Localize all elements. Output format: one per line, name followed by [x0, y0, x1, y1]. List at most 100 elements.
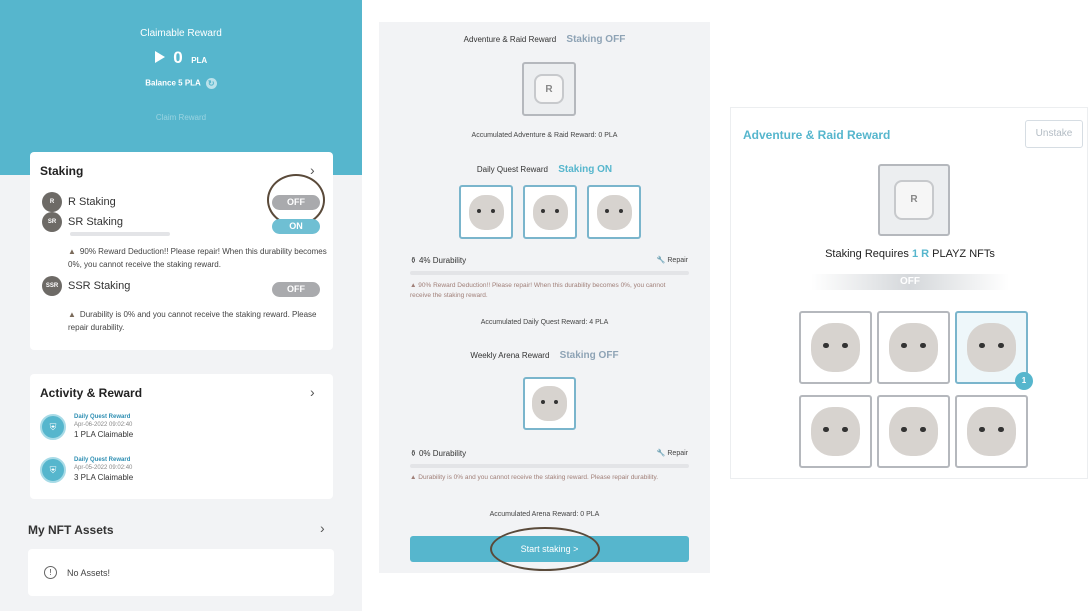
claimable-unit: PLA	[191, 56, 208, 65]
r-badge-icon: R	[42, 192, 62, 212]
staking-item-ssr: SSR SSR Staking	[42, 276, 130, 296]
ssr-staking-toggle[interactable]: OFF	[272, 282, 320, 297]
daily-nft-2[interactable]	[523, 185, 577, 239]
r-grade-icon: R	[893, 179, 935, 221]
sr-warning-text: 90% Reward Deduction!! Please repair! Wh…	[68, 247, 327, 269]
activity-item[interactable]: ⛨ Daily Quest Reward Apr-06-2022 09:02:4…	[40, 414, 133, 440]
daily-title: Daily Quest Reward	[476, 165, 548, 174]
ssr-warning-text: Durability is 0% and you cannot receive …	[68, 310, 317, 332]
activity-amount: 3 PLA Claimable	[74, 473, 134, 482]
staking-requirement: Staking Requires 1 R PLAYZ NFTs	[731, 248, 1087, 260]
activity-card: Activity & Reward › ⛨ Daily Quest Reward…	[30, 374, 333, 499]
staking-dashboard: Claimable Reward 0 PLA Balance 5 PLA ↻ C…	[0, 0, 362, 611]
nft-character-icon	[468, 194, 504, 230]
adventure-slot[interactable]: R	[522, 62, 576, 116]
adventure-accumulated: Accumulated Adventure & Raid Reward: 0 P…	[471, 132, 618, 139]
claimable-header: Claimable Reward 0 PLA Balance 5 PLA ↻ C…	[0, 0, 362, 175]
adventure-header: Adventure & Raid Reward Staking OFF	[379, 34, 710, 45]
daily-nft-1[interactable]	[459, 185, 513, 239]
pla-token-icon	[154, 50, 165, 63]
adventure-status: Staking OFF	[566, 34, 626, 45]
highlight-circle	[490, 527, 600, 571]
info-icon: !	[44, 566, 57, 579]
sr-badge-icon: SR	[42, 212, 62, 232]
daily-nft-3[interactable]	[587, 185, 641, 239]
repair-label: Repair	[667, 450, 688, 457]
nft-character-icon	[967, 407, 1016, 456]
required-grade-slot: R	[878, 164, 950, 236]
activity-date: Apr-05-2022 09:02:40	[74, 465, 133, 471]
quest-icon: ⛨	[40, 414, 66, 440]
nft-character-icon	[532, 194, 568, 230]
warning-icon: ▲	[68, 247, 76, 256]
staking-card: Staking › R R Staking OFF SR SR Staking …	[30, 152, 333, 350]
detail-status: OFF	[811, 274, 1009, 290]
nft-card[interactable]	[877, 311, 950, 384]
weekly-nft-1[interactable]	[523, 377, 576, 430]
r-staking-label: R Staking	[68, 196, 116, 208]
r-grade-icon: R	[534, 74, 564, 104]
daily-status: Staking ON	[558, 164, 613, 175]
requirement-suffix: PLAYZ NFTs	[932, 248, 995, 260]
nft-character-icon	[811, 407, 860, 456]
weekly-warning: ▲ Durability is 0% and you cannot receiv…	[410, 474, 659, 481]
staking-item-sr: SR SR Staking	[42, 212, 123, 232]
daily-accumulated: Accumulated Daily Quest Reward: 4 PLA	[480, 319, 609, 326]
weekly-durability: ⚱ 0% Durability	[410, 449, 467, 458]
weekly-header: Weekly Arena Reward Staking OFF	[379, 350, 710, 361]
weekly-status: Staking OFF	[559, 350, 619, 361]
nft-card[interactable]	[799, 311, 872, 384]
activity-title: Activity & Reward	[40, 386, 143, 400]
claimable-value: 0	[173, 48, 183, 67]
adventure-raid-detail: Adventure & Raid Reward Unstake R Stakin…	[730, 107, 1088, 479]
nft-character-icon	[967, 323, 1016, 372]
sr-staking-label: SR Staking	[68, 216, 124, 228]
repair-label: Repair	[667, 257, 688, 264]
daily-repair-button[interactable]: 🔧 Repair	[657, 256, 688, 264]
balance-text: Balance 5 PLA	[145, 78, 201, 88]
detail-title: Adventure & Raid Reward	[743, 128, 891, 142]
daily-warning-text: 90% Reward Deduction!! Please repair! Wh…	[410, 282, 666, 299]
ssr-staking-label: SSR Staking	[68, 280, 131, 292]
weekly-title: Weekly Arena Reward	[470, 351, 550, 360]
chevron-right-icon[interactable]: ›	[310, 162, 315, 178]
weekly-accumulated: Accumulated Arena Reward: 0 PLA	[489, 511, 600, 518]
nft-card[interactable]	[877, 395, 950, 468]
nft-character-icon	[889, 323, 938, 372]
warning-icon: ▲	[68, 310, 76, 319]
nft-assets-title: My NFT Assets	[28, 523, 114, 537]
chevron-right-icon[interactable]: ›	[310, 384, 315, 400]
weekly-durability-bar	[410, 464, 689, 468]
nft-character-icon	[532, 386, 567, 421]
claim-button[interactable]: Claim Reward	[0, 113, 362, 122]
activity-type: Daily Quest Reward	[74, 457, 131, 463]
refresh-icon[interactable]: ↻	[205, 78, 217, 89]
daily-header: Daily Quest Reward Staking ON	[379, 164, 710, 175]
daily-durability: ⚱ 4% Durability	[410, 256, 467, 265]
sr-staking-toggle[interactable]: ON	[272, 219, 320, 234]
activity-item[interactable]: ⛨ Daily Quest Reward Apr-05-2022 09:02:4…	[40, 457, 133, 483]
nft-character-icon	[889, 407, 938, 456]
nft-card[interactable]	[799, 395, 872, 468]
selected-count-badge: 1	[1015, 372, 1033, 390]
weekly-warning-text: Durability is 0% and you cannot receive …	[418, 474, 659, 481]
nft-card[interactable]	[955, 395, 1028, 468]
daily-warning: ▲ 90% Reward Deduction!! Please repair! …	[410, 282, 666, 299]
requirement-count: 1 R	[911, 248, 930, 260]
nft-card-selected[interactable]	[955, 311, 1028, 384]
staking-item-r: R R Staking	[42, 192, 116, 212]
activity-type: Daily Quest Reward	[74, 414, 131, 420]
chevron-right-icon[interactable]: ›	[320, 520, 325, 536]
nft-character-icon	[811, 323, 860, 372]
activity-date: Apr-06-2022 09:02:40	[74, 422, 133, 428]
claimable-title: Claimable Reward	[140, 28, 222, 39]
weekly-repair-button[interactable]: 🔧 Repair	[657, 449, 688, 457]
sr-warning: ▲ 90% Reward Deduction!! Please repair! W…	[68, 245, 330, 271]
adventure-title: Adventure & Raid Reward	[463, 35, 557, 44]
requirement-prefix: Staking Requires	[825, 248, 909, 260]
daily-durability-bar	[410, 271, 689, 275]
unstake-button[interactable]: Unstake	[1025, 120, 1083, 148]
no-assets-box: ! No Assets!	[28, 549, 334, 596]
balance: Balance 5 PLA ↻	[0, 78, 362, 89]
nft-character-icon	[596, 194, 632, 230]
